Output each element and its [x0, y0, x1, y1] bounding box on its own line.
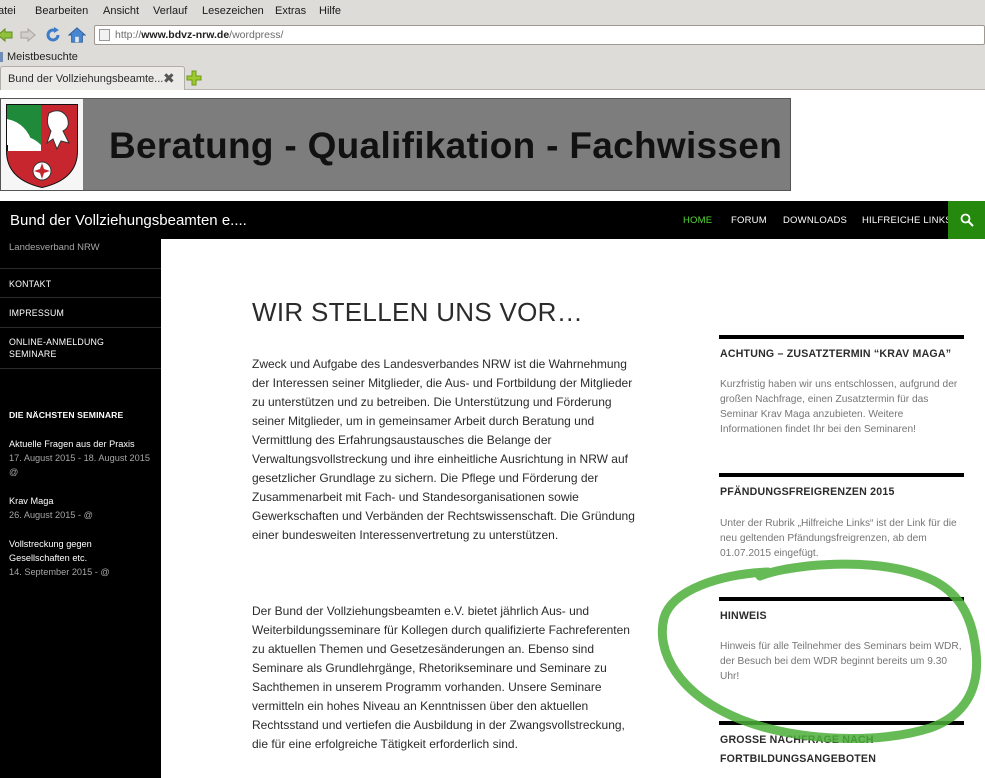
reload-icon[interactable] — [44, 26, 62, 44]
back-arrow-icon[interactable] — [0, 26, 14, 44]
widget-text: Kurzfristig haben wir uns entschlossen, … — [720, 379, 958, 435]
site-navbar: Bund der Vollziehungsbeamten e.... HOME … — [0, 201, 985, 239]
menu-extras[interactable]: Extras — [275, 5, 306, 17]
url-prefix: http:// — [115, 29, 142, 41]
navigation-toolbar: http://www.bdvz-nrw.de/wordpress/ — [0, 23, 985, 47]
widget-divider — [719, 721, 964, 725]
tab-title: Bund der Vollziehungsbeamte... — [8, 73, 164, 85]
widget-divider — [719, 473, 964, 477]
page-favicon-icon — [99, 29, 110, 41]
list-item: Krav Maga 26. August 2015 - @ — [9, 494, 157, 522]
url-path: /wordpress/ — [229, 29, 284, 41]
list-item: Vollstreckung gegen Gesellschaften etc. … — [9, 537, 110, 579]
widget-title[interactable]: ACHTUNG – ZUSATZTERMIN “KRAV MAGA” — [720, 348, 951, 360]
bookmark-meistbesuchte[interactable]: Meistbesuchte — [7, 51, 78, 63]
nav-home[interactable]: HOME — [683, 215, 712, 226]
widget-title[interactable]: GROSSE NACHFRAGE NACH FORTBILDUNGSANGEBO… — [720, 731, 920, 769]
menu-datei[interactable]: atei — [0, 5, 16, 17]
intro-paragraph: Zweck und Aufgabe des Landesverbandes NR… — [252, 357, 635, 542]
widget-text: Hinweis für alle Teilnehmer des Seminars… — [720, 641, 962, 682]
nav-hilfreiche-links[interactable]: HILFREICHE LINKS — [862, 215, 952, 226]
header-banner: Beratung - Qualifikation - Fachwissen — [0, 98, 791, 191]
nrw-coat-of-arms-logo[interactable] — [1, 99, 83, 190]
widget-hinweis: HINWEIS Hinweis für alle Teilnehmer des … — [719, 597, 964, 697]
menu-hilfe[interactable]: Hilfe — [319, 5, 341, 17]
search-button[interactable] — [948, 201, 985, 239]
menu-bearbeiten[interactable]: Bearbeiten — [35, 5, 88, 17]
url-host: www.bdvz-nrw.de — [141, 29, 230, 41]
widget-pfaendungsfreigrenzen: PFÄNDUNGSFREIGRENZEN 2015 Unter der Rubr… — [719, 473, 964, 573]
banner-title: Beratung - Qualifikation - Fachwissen — [109, 125, 783, 166]
sidebar-item-impressum[interactable]: IMPRESSUM — [0, 297, 161, 327]
home-icon[interactable] — [68, 26, 86, 44]
menu-ansicht[interactable]: Ansicht — [103, 5, 139, 17]
browser-chrome: atei Bearbeiten Ansicht Verlauf Lesezeic… — [0, 0, 985, 90]
menu-bar: atei Bearbeiten Ansicht Verlauf Lesezeic… — [0, 0, 985, 22]
new-tab-plus-icon[interactable] — [186, 70, 202, 86]
sidebar-item-label: IMPRESSUM — [9, 308, 65, 318]
seminar-paragraph: Der Bund der Vollziehungsbeamten e.V. bi… — [252, 604, 630, 751]
widget-divider — [719, 597, 964, 601]
sidebar-item-label: ONLINE-ANMELDUNG SEMINARE — [9, 337, 105, 359]
widget-title-seminare: DIE NÄCHSTEN SEMINARE — [9, 410, 124, 420]
left-sidebar: Landesverband NRW KONTAKT IMPRESSUM ONLI… — [0, 239, 161, 778]
sidebar-item-online-anmeldung[interactable]: ONLINE-ANMELDUNG SEMINARE — [0, 327, 161, 369]
tab-bar: Bund der Vollziehungsbeamte... ✖ — [0, 66, 985, 90]
event-date: 17. August 2015 - 18. August 2015 @ — [9, 453, 150, 477]
search-icon — [960, 213, 974, 227]
list-item: Aktuelle Fragen aus der Praxis 17. Augus… — [9, 437, 157, 479]
menu-lesezeichen[interactable]: Lesezeichen — [202, 5, 264, 17]
sidebar-item-label: KONTAKT — [9, 279, 52, 289]
widget-grosse-nachfrage: GROSSE NACHFRAGE NACH FORTBILDUNGSANGEBO… — [719, 721, 964, 778]
widget-krav-maga: ACHTUNG – ZUSATZTERMIN “KRAV MAGA” Kurzf… — [719, 335, 964, 445]
widget-title[interactable]: HINWEIS — [720, 610, 767, 622]
bookmark-folder-icon — [0, 52, 3, 62]
site-tagline: Landesverband NRW — [9, 242, 100, 253]
forward-arrow-icon[interactable] — [19, 26, 37, 44]
address-bar[interactable]: http://www.bdvz-nrw.de/wordpress/ — [94, 25, 985, 45]
page-title: WIR STELLEN UNS VOR… — [252, 297, 584, 327]
event-title[interactable]: Krav Maga — [9, 494, 157, 508]
widget-text: Unter der Rubrik „Hilfreiche Links“ ist … — [720, 518, 957, 559]
site-title[interactable]: Bund der Vollziehungsbeamten e.... — [10, 212, 247, 229]
sidebar-item-kontakt[interactable]: KONTAKT — [0, 268, 161, 297]
event-date: 14. September 2015 - @ — [9, 567, 110, 577]
nav-forum[interactable]: FORUM — [731, 215, 767, 226]
event-title[interactable]: Aktuelle Fragen aus der Praxis — [9, 437, 157, 451]
browser-tab[interactable]: Bund der Vollziehungsbeamte... ✖ — [0, 66, 185, 90]
close-tab-icon[interactable]: ✖ — [163, 71, 175, 85]
widget-divider — [719, 335, 964, 339]
menu-verlauf[interactable]: Verlauf — [153, 5, 187, 17]
nav-downloads[interactable]: DOWNLOADS — [783, 215, 847, 226]
widget-title[interactable]: PFÄNDUNGSFREIGRENZEN 2015 — [720, 486, 895, 498]
event-date: 26. August 2015 - @ — [9, 510, 93, 520]
event-title[interactable]: Vollstreckung gegen Gesellschaften etc. — [9, 537, 109, 565]
